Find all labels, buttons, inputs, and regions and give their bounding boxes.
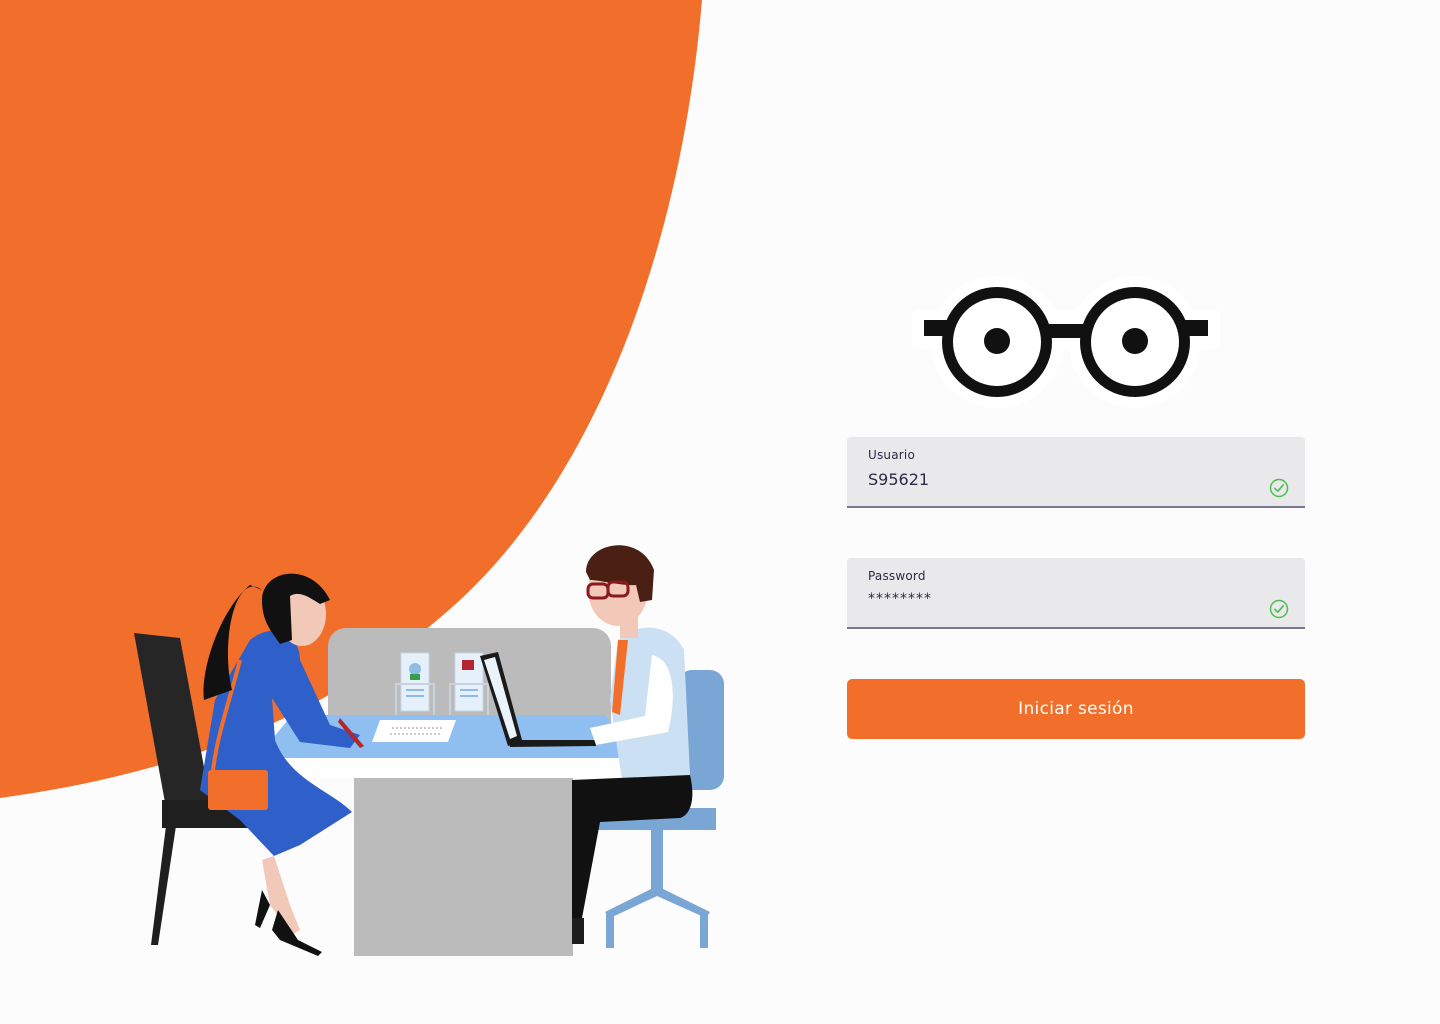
- glasses-icon: [912, 276, 1220, 408]
- office-meeting-illustration: [134, 545, 724, 956]
- brochure-stand-left: [395, 652, 435, 717]
- password-input[interactable]: [868, 591, 1248, 607]
- check-circle-icon: [1269, 599, 1289, 619]
- username-field[interactable]: Usuario: [847, 437, 1305, 508]
- papers: [372, 720, 456, 742]
- password-label: Password: [868, 569, 926, 583]
- login-button[interactable]: Iniciar sesión: [847, 679, 1305, 739]
- username-label: Usuario: [868, 448, 916, 462]
- username-input[interactable]: [868, 470, 1248, 489]
- check-circle-icon: [1269, 478, 1289, 498]
- password-field[interactable]: Password: [847, 558, 1305, 629]
